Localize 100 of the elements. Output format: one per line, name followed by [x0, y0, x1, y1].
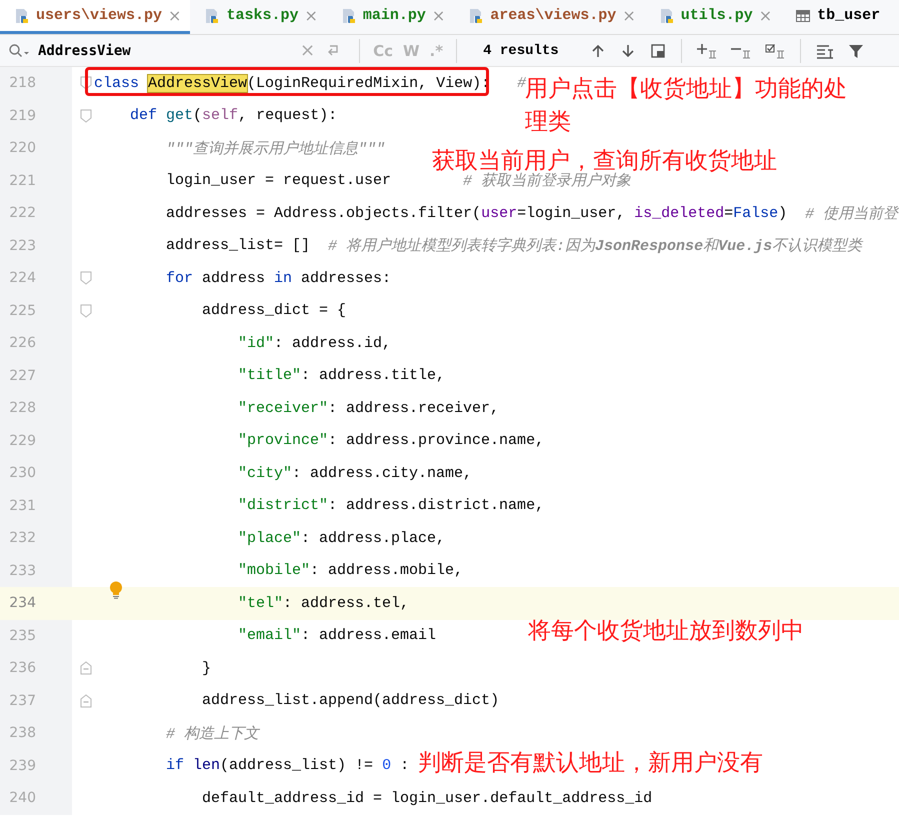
code-text: : address.district.name,	[328, 497, 544, 514]
string-literal: "city"	[238, 464, 292, 482]
code-text: address_dict = {	[202, 302, 346, 320]
keyword: False	[733, 204, 778, 222]
line-number: 239	[9, 758, 36, 774]
number-literal: 0	[382, 757, 392, 774]
editor-tab[interactable]: users\views.py ×	[0, 0, 190, 34]
search-option-toggle[interactable]: W	[398, 42, 425, 60]
function-name: get	[166, 107, 194, 124]
code-comment: # 获取当前登录用户对象	[463, 172, 632, 190]
keyword: in	[274, 270, 292, 287]
python-file-icon	[14, 8, 30, 24]
fold-marker-icon[interactable]	[80, 271, 92, 286]
line-number: 221	[9, 172, 36, 189]
line-number: 237	[9, 692, 36, 709]
editor-tab[interactable]: main.py ×	[326, 0, 454, 34]
fold-marker-icon[interactable]	[80, 661, 92, 676]
keyword: class	[94, 74, 140, 92]
editor-tab[interactable]: areas\views.py ×	[454, 0, 645, 34]
code-text: (LoginRequiredMixin, View):	[247, 74, 490, 92]
line-number: 228	[9, 400, 36, 416]
code-text: address	[202, 270, 266, 287]
select-all-icon[interactable]	[764, 42, 785, 58]
line-number: 226	[9, 335, 36, 352]
window-icon[interactable]	[650, 42, 666, 58]
string-literal: "receiver"	[238, 400, 328, 417]
code-text: )	[778, 204, 788, 222]
string-literal: "mobile"	[238, 562, 310, 580]
code-text: : address.city.name,	[292, 464, 472, 482]
annotation-text: 判断是否有默认地址，新用户没有	[418, 749, 764, 778]
keyword: for	[166, 270, 194, 287]
keyword: if	[166, 757, 184, 774]
code-text: : address.tel,	[283, 594, 410, 612]
line-number: 218	[9, 75, 36, 92]
filter-icon[interactable]	[848, 42, 864, 58]
code-text: login_user = request.user	[166, 172, 392, 190]
code-text: : address.id,	[274, 334, 392, 352]
add-occurrence-icon[interactable]	[696, 42, 717, 58]
search-field[interactable]: AddressView	[38, 42, 300, 58]
fold-marker-icon[interactable]	[80, 304, 92, 318]
editor-tab[interactable]: tasks.py ×	[190, 0, 327, 34]
close-icon[interactable]: ×	[432, 6, 446, 25]
fold-marker-icon[interactable]	[80, 694, 92, 708]
code-text: : address.mobile,	[310, 562, 464, 580]
line-number: 220	[9, 140, 36, 156]
code-comment: #	[517, 74, 526, 92]
line-number: 236	[9, 660, 36, 676]
code-comment: # 构造上下文	[166, 724, 260, 743]
search-option-toggle[interactable]: .*	[424, 42, 448, 60]
python-file-icon	[468, 8, 484, 24]
line-number: 232	[9, 530, 36, 546]
line-number: 219	[9, 108, 36, 124]
editor-tab[interactable]: utils.py ×	[644, 0, 782, 34]
code-text: addresses:	[301, 270, 392, 287]
annotation-text: 将每个收货地址放到数列中	[528, 617, 805, 646]
line-number: 224	[9, 270, 36, 286]
code-text: (	[193, 107, 202, 124]
code-text: : address.province.name,	[328, 432, 544, 450]
code-text: : address.title,	[301, 367, 446, 384]
down-arrow-icon[interactable]	[620, 42, 636, 58]
string-literal: "place"	[238, 530, 302, 547]
string-literal: "email"	[238, 627, 302, 644]
close-icon[interactable]: ×	[758, 6, 772, 25]
lightbulb-icon[interactable]	[109, 580, 123, 599]
string-literal: "tel"	[238, 594, 284, 612]
annotation-text: 获取当前用户，查询所有收货地址	[432, 147, 778, 174]
clear-icon[interactable]: ×	[300, 40, 316, 61]
fold-marker-icon[interactable]	[80, 108, 92, 123]
line-number: 231	[9, 498, 36, 514]
lines-icon[interactable]	[816, 42, 834, 58]
close-icon[interactable]: ×	[622, 6, 636, 25]
builtin-name: len	[193, 757, 220, 774]
line-number: 238	[9, 725, 36, 742]
python-file-icon	[340, 8, 357, 24]
line-number: 233	[9, 562, 36, 579]
up-arrow-icon[interactable]	[590, 42, 606, 58]
docstring: """查询并展示用户地址信息"""	[166, 140, 386, 158]
code-text: :	[400, 757, 410, 774]
search-icon[interactable]	[8, 42, 30, 58]
code-text: =	[724, 204, 734, 222]
code-text: : address.receiver,	[328, 400, 500, 417]
line-number: 225	[9, 302, 36, 319]
code-comment: # 使用当前登	[805, 204, 898, 223]
line-number: 230	[9, 465, 36, 482]
search-match: AddressView	[148, 74, 248, 92]
code-text: (address_list) !=	[220, 757, 374, 774]
results-count: 4 results	[483, 42, 559, 58]
editor-tab[interactable]: tb_user	[781, 0, 890, 34]
python-file-icon	[204, 8, 220, 24]
argument-name: is_deleted	[634, 204, 724, 222]
search-option-toggle[interactable]: Cc	[368, 42, 398, 60]
close-icon[interactable]: ×	[304, 6, 318, 25]
annotation-text: 用户点击【收货地址】功能的处理类	[525, 75, 848, 137]
close-icon[interactable]: ×	[168, 6, 182, 25]
line-number: 235	[9, 628, 36, 644]
code-text: address_list.append(address_dict)	[202, 692, 500, 710]
argument-name: user	[481, 204, 518, 222]
string-literal: "province"	[238, 432, 328, 450]
python-file-icon	[658, 8, 675, 24]
code-text: }	[202, 660, 212, 677]
